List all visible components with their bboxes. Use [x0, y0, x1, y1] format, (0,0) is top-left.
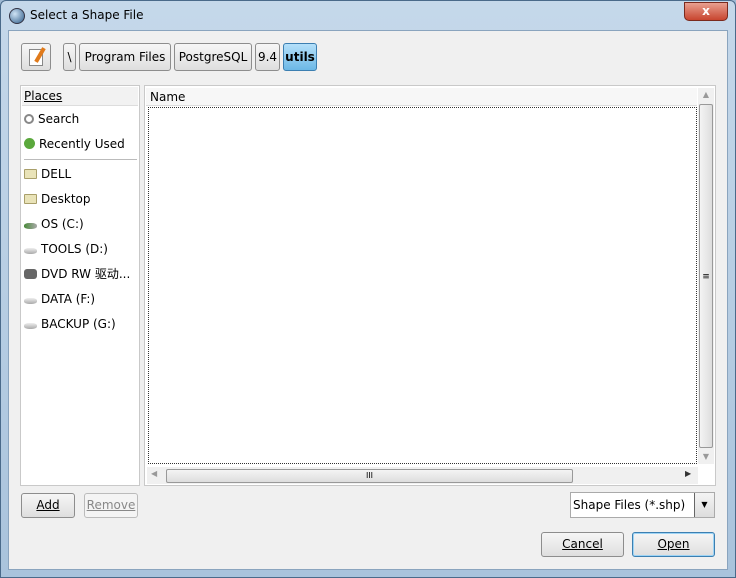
place-desktop[interactable]: Desktop	[24, 189, 91, 209]
place-label: BACKUP (G:)	[41, 317, 116, 331]
folder-icon	[24, 194, 37, 204]
places-header[interactable]: Places	[22, 87, 138, 106]
place-dell[interactable]: DELL	[24, 164, 71, 184]
search-icon	[24, 114, 34, 124]
place-tools-d[interactable]: TOOLS (D:)	[24, 239, 108, 259]
files-panel: Name ▲ ≡ ▼ ◀ III ▶	[144, 85, 716, 486]
places-panel: Places Search Recently Used DELL Desktop…	[20, 85, 140, 486]
place-os-c[interactable]: OS (C:)	[24, 214, 84, 234]
place-search[interactable]: Search	[24, 109, 79, 129]
path-root[interactable]: \	[63, 43, 76, 71]
place-label: DATA (F:)	[41, 292, 96, 306]
scroll-right-icon[interactable]: ▶	[685, 469, 691, 478]
drive-icon	[24, 298, 37, 304]
edit-location-button[interactable]	[21, 43, 51, 71]
place-dvd[interactable]: DVD RW 驱动...	[24, 264, 130, 284]
horizontal-scroll-thumb[interactable]: III	[166, 469, 573, 483]
app-globe-icon	[9, 8, 25, 24]
place-label: Search	[38, 112, 80, 126]
place-recently-used[interactable]: Recently Used	[24, 134, 125, 154]
column-header-name[interactable]: Name	[146, 88, 697, 106]
vertical-scroll-thumb[interactable]: ≡	[699, 104, 713, 448]
cancel-button[interactable]: Cancel	[541, 532, 624, 557]
scroll-down-icon[interactable]: ▼	[698, 450, 714, 464]
open-button[interactable]: Open	[632, 532, 715, 557]
place-label: Desktop	[41, 192, 91, 206]
place-data-f[interactable]: DATA (F:)	[24, 289, 95, 309]
place-label: DELL	[41, 167, 72, 181]
drive-icon	[24, 223, 37, 229]
path-9-4[interactable]: 9.4	[255, 43, 280, 71]
drive-icon	[24, 323, 37, 329]
path-program-files[interactable]: Program Files	[79, 43, 171, 71]
close-button[interactable]: x	[684, 2, 728, 21]
window-title: Select a Shape File	[30, 8, 144, 22]
place-label: DVD RW 驱动...	[41, 267, 131, 281]
scroll-left-icon[interactable]: ◀	[151, 469, 157, 478]
remove-button: Remove	[84, 493, 138, 518]
filter-value: Shape Files (*.shp)	[573, 498, 686, 512]
path-postgresql[interactable]: PostgreSQL	[174, 43, 252, 71]
dvd-icon	[24, 269, 37, 279]
folder-icon	[24, 169, 37, 179]
place-backup-g[interactable]: BACKUP (G:)	[24, 314, 116, 334]
recent-icon	[24, 138, 35, 149]
vertical-scrollbar[interactable]: ▲ ≡ ▼	[698, 88, 714, 464]
file-type-filter[interactable]: Shape Files (*.shp) ▼	[570, 492, 715, 518]
add-button[interactable]: Add	[21, 493, 75, 518]
scroll-up-icon[interactable]: ▲	[698, 88, 714, 102]
place-label: Recently Used	[39, 137, 125, 151]
chevron-down-icon[interactable]: ▼	[694, 493, 714, 517]
place-label: TOOLS (D:)	[41, 242, 108, 256]
drive-icon	[24, 248, 37, 254]
file-list[interactable]	[148, 107, 697, 464]
places-divider	[24, 159, 137, 160]
place-label: OS (C:)	[41, 217, 84, 231]
horizontal-scrollbar[interactable]: ◀ III ▶	[147, 467, 698, 484]
path-utils[interactable]: utils	[283, 43, 317, 71]
